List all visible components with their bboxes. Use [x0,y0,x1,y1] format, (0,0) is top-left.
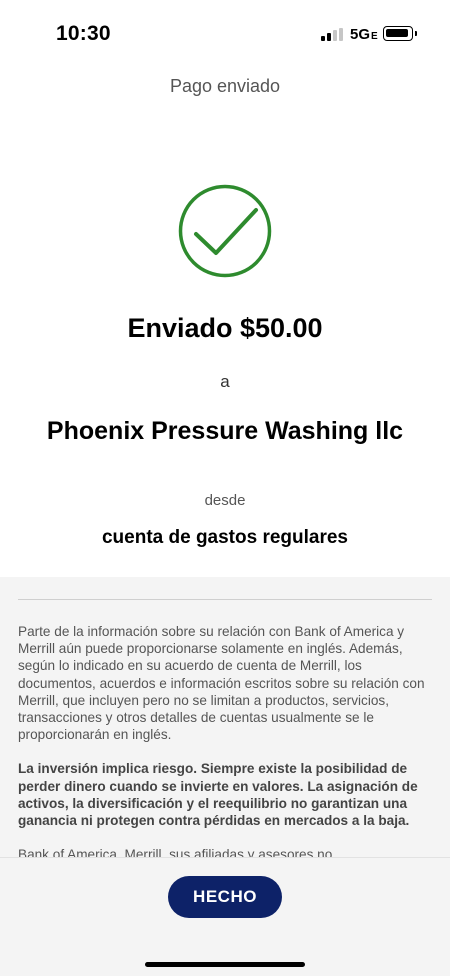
status-bar: 10:30 5GE [0,0,450,62]
check-circle-icon [178,184,272,278]
network-label: 5GE [350,26,378,43]
divider [18,599,432,600]
disclosure-panel[interactable]: Parte de la información sobre su relació… [0,577,450,857]
recipient-name: Phoenix Pressure Washing llc [46,417,404,445]
signal-icon [321,28,343,41]
to-label: a [220,372,230,391]
sent-amount: Enviado $50.00 [127,313,323,343]
page-title: Pago enviado [169,76,281,96]
account-name: cuenta de gastos regulares [101,527,349,548]
from-label: desde [204,492,246,509]
disclosure-risk-paragraph: La inversión implica riesgo. Siempre exi… [18,761,418,829]
home-indicator[interactable] [145,962,305,967]
battery-icon [383,26,417,41]
disclosure-paragraph: Bank of America, Merrill, sus afiliadas … [18,847,333,857]
done-button[interactable]: HECHO [168,876,282,918]
status-time: 10:30 [56,22,111,45]
disclosure-paragraph: Parte de la información sobre su relació… [18,624,425,743]
footer: HECHO [0,857,450,976]
